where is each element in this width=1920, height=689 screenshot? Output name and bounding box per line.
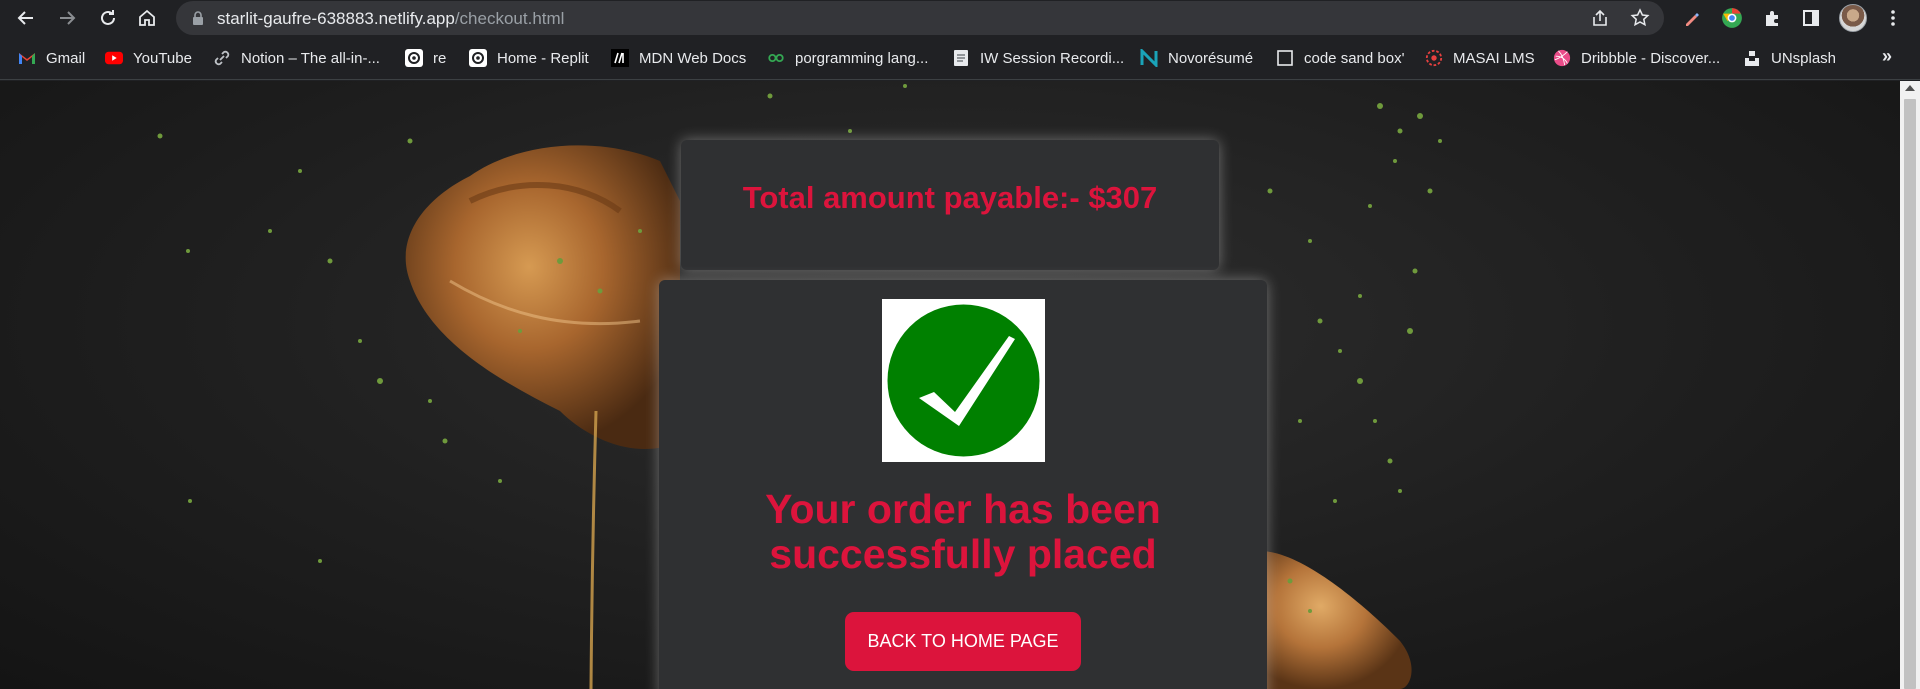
total-card: Total amount payable:- $307 [681,140,1219,270]
link-icon [213,49,231,67]
masai-icon [1425,49,1443,67]
bookmark-label: Home - Replit [497,49,589,67]
youtube-icon [105,49,123,67]
success-image [882,299,1045,462]
back-to-home-button[interactable]: BACK TO HOME PAGE [845,612,1081,671]
total-amount-text: Total amount payable:- $307 [742,180,1158,215]
dribbble-icon [1553,49,1571,67]
chrome-extension-icon[interactable] [1720,6,1744,30]
codesandbox-icon [1276,49,1294,67]
profile-avatar[interactable] [1839,4,1867,32]
bookmark-star-icon[interactable] [1630,8,1650,28]
bookmark-label: UNsplash [1771,49,1837,67]
bookmarks-bar: Gmail YouTube Notion – The all-in-... re… [0,36,1920,80]
bookmark-label: YouTube [133,49,192,67]
reload-icon [101,10,115,25]
bookmark-programming[interactable]: porgramming lang... [767,46,928,70]
bookmark-replit-home[interactable]: Home - Replit [469,46,589,70]
bookmark-codesandbox[interactable]: code sand box' [1276,46,1404,70]
bookmark-label: porgramming lang... [795,49,929,67]
back-button[interactable] [12,4,40,32]
unsplash-icon [1743,49,1761,67]
colorpick-extension-icon[interactable] [1680,6,1704,30]
gmail-icon [18,49,36,67]
url-path: /checkout.html [454,9,565,28]
address-bar[interactable]: starlit-gaufre-638883.netlify.app/checko… [176,1,1664,35]
bookmark-re[interactable]: re [405,46,446,70]
side-panel-icon[interactable] [1799,6,1823,30]
order-success-card: Your order has been successfully placed … [659,280,1267,689]
bookmark-dribbble[interactable]: Dribbble - Discover... [1553,46,1720,70]
novoresume-icon [1140,49,1158,67]
page-viewport: Total amount payable:- $307 Your order h… [0,81,1900,689]
bookmark-iw-session[interactable]: IW Session Recordi... [952,46,1124,70]
bookmark-novoresume[interactable]: Novorésumé [1140,46,1253,70]
bookmark-label: Novorésumé [1168,49,1254,67]
browser-toolbar: starlit-gaufre-638883.netlify.app/checko… [0,0,1920,36]
bookmark-label: Dribbble - Discover... [1581,49,1721,67]
bookmark-mdn[interactable]: MDN Web Docs [611,46,746,70]
replit-icon [405,49,423,67]
menu-dots-icon[interactable] [1881,6,1905,30]
mdn-icon [611,49,629,67]
bookmark-label: MASAI LMS [1453,49,1535,67]
extensions-puzzle-icon[interactable] [1761,6,1785,30]
scrollbar-thumb[interactable] [1904,99,1916,689]
chain-icon [767,49,785,67]
home-button[interactable] [133,4,161,32]
reload-button[interactable] [94,4,122,32]
url-text: starlit-gaufre-638883.netlify.app/checko… [217,9,564,29]
bookmark-label: code sand box' [1304,49,1405,67]
forward-arrow-icon [60,11,76,25]
bookmark-masai[interactable]: MASAI LMS [1425,46,1535,70]
checkmark-icon [887,304,1040,457]
back-arrow-icon [17,11,33,25]
bookmark-gmail[interactable]: Gmail [18,46,85,70]
url-host: starlit-gaufre-638883.netlify.app [217,9,455,28]
bookmark-youtube[interactable]: YouTube [105,46,192,70]
bookmark-unsplash[interactable]: UNsplash [1743,46,1836,70]
lock-icon [193,11,203,25]
bookmarks-overflow-button[interactable]: » [1882,46,1892,67]
bookmark-label: MDN Web Docs [639,49,747,67]
doc-icon [952,49,970,67]
replit-icon [469,49,487,67]
bookmark-notion[interactable]: Notion – The all-in-... [213,46,380,70]
bookmark-label: re [433,49,447,67]
order-success-message: Your order has been successfully placed [765,486,1161,577]
home-icon [139,9,155,26]
share-icon[interactable] [1590,8,1610,28]
bookmark-label: Gmail [46,49,86,67]
page-scrollbar[interactable] [1900,81,1920,689]
scroll-up-arrow-icon[interactable] [1905,85,1915,91]
bookmark-label: IW Session Recordi... [980,49,1125,67]
bookmark-label: Notion – The all-in-... [241,49,380,67]
forward-button[interactable] [53,4,81,32]
